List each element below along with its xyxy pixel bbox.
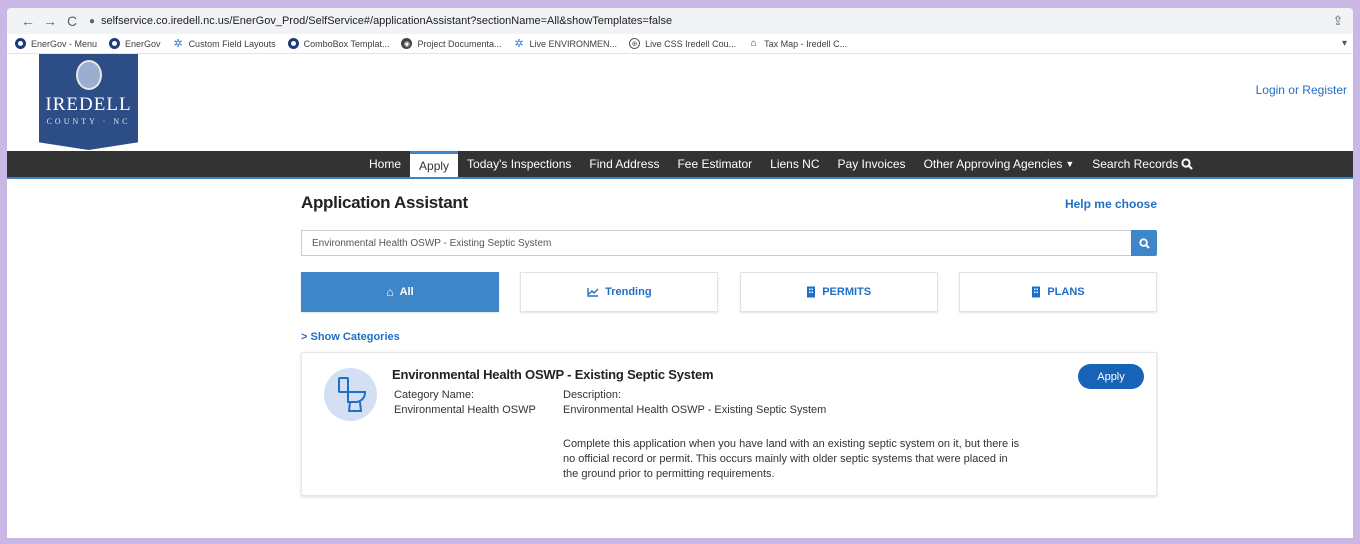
- lock-icon[interactable]: ●: [83, 16, 101, 27]
- county-logo[interactable]: IREDELL COUNTY · NC: [39, 54, 138, 150]
- login-register-link[interactable]: Login or Register: [1256, 83, 1347, 97]
- tab-label: PLANS: [1047, 286, 1085, 298]
- globe-icon: ⊕: [629, 38, 641, 49]
- search-input[interactable]: [301, 230, 1131, 256]
- tab-label: All: [399, 286, 414, 298]
- search-icon: [1138, 237, 1150, 249]
- bookmark-tax-map[interactable]: ⌂ Tax Map - Iredell C...: [748, 38, 848, 49]
- caret-down-icon: ▼: [1065, 159, 1075, 169]
- description-long: Complete this application when you have …: [563, 438, 1020, 480]
- leaf-icon: ✲: [514, 38, 524, 50]
- toilet-icon: [324, 368, 377, 421]
- search-button[interactable]: [1131, 230, 1157, 256]
- help-me-choose-link[interactable]: Help me choose: [1065, 197, 1157, 211]
- nav-label: Search Records: [1092, 157, 1179, 171]
- show-categories-label: Show Categories: [310, 331, 400, 343]
- search-row: [301, 230, 1157, 256]
- bookmark-label: Live CSS Iredell Cou...: [645, 38, 737, 49]
- result-title[interactable]: Environmental Health OSWP - Existing Sep…: [392, 367, 714, 382]
- chart-icon: [587, 288, 599, 297]
- share-icon[interactable]: ⇪: [1323, 13, 1353, 29]
- tab-plans[interactable]: PLANS: [958, 272, 1157, 312]
- tab-label: PERMITS: [822, 286, 872, 298]
- description-label: Description:: [563, 389, 622, 401]
- toilet-glyph: [337, 376, 366, 412]
- logo-title: IREDELL: [45, 94, 132, 115]
- category-column: Category Name: Environmental Health OSWP: [394, 388, 536, 418]
- county-seal-icon: [75, 60, 102, 90]
- nav-todays-inspections[interactable]: Today's Inspections: [458, 151, 580, 177]
- site-header: IREDELL COUNTY · NC Login or Register: [7, 54, 1353, 151]
- browser-window: ← → C ● selfservice.co.iredell.nc.us/Ene…: [7, 8, 1353, 538]
- back-icon[interactable]: ←: [17, 13, 39, 29]
- bookmark-live-environmen[interactable]: ✲ Live ENVIRONMEN...: [514, 38, 618, 50]
- bookmark-label: ComboBox Templat...: [303, 38, 390, 49]
- ring-icon: [109, 38, 121, 49]
- bookmark-label: EnerGov - Menu: [31, 38, 98, 49]
- ring-icon: [15, 38, 26, 49]
- bookmark-label: Custom Field Layouts: [188, 38, 276, 49]
- nav-apply[interactable]: Apply: [410, 151, 459, 177]
- main-content: Application Assistant Help me choose ⌂ Al…: [301, 179, 1157, 496]
- nav-fee-estimator[interactable]: Fee Estimator: [668, 151, 761, 177]
- logo-subtitle: COUNTY · NC: [46, 117, 131, 126]
- bookmark-live-css-iredell[interactable]: ⊕ Live CSS Iredell Cou...: [629, 38, 736, 49]
- bookmark-energov[interactable]: EnerGov: [109, 38, 161, 49]
- nav-search-records[interactable]: Search Records: [1083, 151, 1202, 177]
- chevron-right-icon: >: [301, 331, 308, 343]
- nav-liens-nc[interactable]: Liens NC: [761, 151, 828, 177]
- bookmark-label: Live ENVIRONMEN...: [529, 38, 618, 49]
- nav-other-approving-agencies[interactable]: Other Approving Agencies ▼: [915, 151, 1084, 177]
- show-categories-link[interactable]: > Show Categories: [301, 331, 1157, 343]
- description-value: Environmental Health OSWP - Existing Sep…: [563, 404, 827, 416]
- bookmark-energov-menu[interactable]: EnerGov - Menu: [15, 38, 97, 49]
- bookmark-combobox-templat[interactable]: ComboBox Templat...: [287, 38, 390, 49]
- apply-button[interactable]: Apply: [1078, 364, 1144, 389]
- nav-pay-invoices[interactable]: Pay Invoices: [829, 151, 915, 177]
- bookmark-label: EnerGov: [125, 38, 161, 49]
- tab-permits[interactable]: PERMITS: [739, 272, 938, 312]
- tab-all[interactable]: ⌂ All: [301, 272, 499, 312]
- building-icon: [1032, 286, 1041, 298]
- category-tabs: ⌂ All Trending PERMITS PLANS: [301, 272, 1157, 312]
- ring-icon: [287, 38, 299, 49]
- category-label: Category Name:: [394, 389, 475, 401]
- nav-find-address[interactable]: Find Address: [580, 151, 668, 177]
- bookmark-label: Project Documenta...: [417, 38, 502, 49]
- bookmark-project-documenta[interactable]: ◉ Project Documenta...: [401, 38, 502, 49]
- home-icon: ⌂: [386, 285, 394, 299]
- nav-label: Other Approving Agencies: [923, 157, 1063, 171]
- title-row: Application Assistant Help me choose: [301, 193, 1157, 221]
- nav-home[interactable]: Home: [360, 151, 410, 177]
- bookmarks-more-icon[interactable]: ▾: [1342, 38, 1347, 49]
- main-navbar: Home Apply Today's Inspections Find Addr…: [7, 151, 1353, 179]
- reload-icon[interactable]: C: [61, 13, 83, 29]
- bookmark-label: Tax Map - Iredell C...: [764, 38, 848, 49]
- house-icon: ⌂: [750, 38, 757, 49]
- address-bar-row: ← → C ● selfservice.co.iredell.nc.us/Ene…: [7, 8, 1353, 34]
- tab-label: Trending: [605, 286, 652, 298]
- search-icon: [1181, 158, 1194, 170]
- bookmark-custom-field-layouts[interactable]: ✲ Custom Field Layouts: [173, 38, 276, 50]
- category-value: Environmental Health OSWP: [394, 404, 536, 416]
- tab-trending[interactable]: Trending: [520, 272, 719, 312]
- url-field[interactable]: selfservice.co.iredell.nc.us/EnerGov_Pro…: [101, 15, 1323, 27]
- forward-icon[interactable]: →: [39, 13, 61, 29]
- description-column: Description: Environmental Health OSWP -…: [563, 388, 826, 418]
- result-card: Environmental Health OSWP - Existing Sep…: [301, 352, 1157, 496]
- building-icon: [807, 286, 816, 298]
- leaf-icon: ✲: [173, 38, 183, 50]
- bookmarks-bar: EnerGov - Menu EnerGov ✲ Custom Field Lay…: [7, 34, 1353, 54]
- chrome-icon: ◉: [401, 38, 413, 49]
- page-title: Application Assistant: [301, 193, 468, 212]
